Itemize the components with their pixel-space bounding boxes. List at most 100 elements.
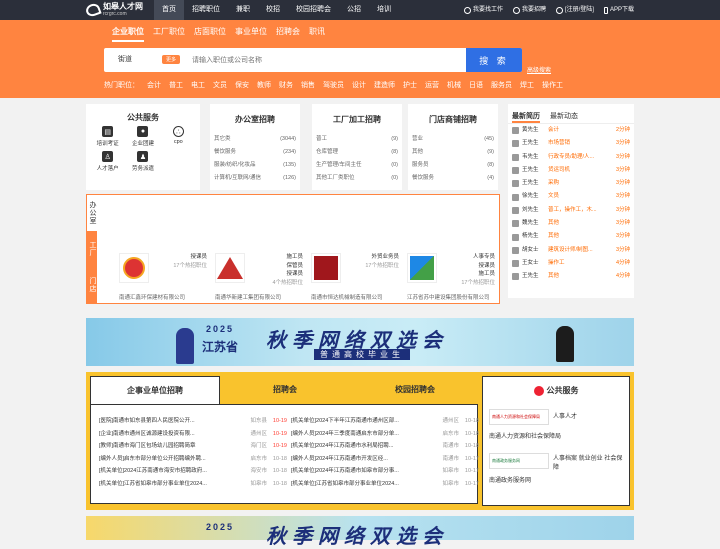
nav-jobs[interactable]: 招聘职位	[184, 0, 228, 20]
hot-job[interactable]: 服务员	[491, 80, 512, 90]
notice-row[interactable]: [机关单位]2024下半年江苏南通市通州区部... 通州区 10-18	[291, 415, 479, 428]
job-title[interactable]: 施工员	[272, 253, 303, 262]
company-name[interactable]: 南通汇鑫环保建材有限公司	[119, 293, 209, 301]
hot-job[interactable]: 焊工	[520, 80, 534, 90]
tab-news[interactable]: 职讯	[309, 26, 325, 42]
job-title[interactable]: 授课员	[461, 262, 495, 271]
category-row[interactable]: 其他 (9)	[408, 146, 498, 159]
nav-public-recruit[interactable]: 公招	[339, 0, 369, 20]
hot-job[interactable]: 电工	[191, 80, 205, 90]
category-row[interactable]: 服装/纺织/化妆品 (135)	[210, 159, 300, 172]
tab-institution-recruit[interactable]: 企事业单位招聘	[90, 376, 220, 404]
company-card[interactable]: 人事专员 授课员 施工员 17个热招职位 江苏省苏中建设集团股份有限公司	[405, 251, 497, 301]
resume-row[interactable]: 杨先生 其他 3分钟	[508, 230, 634, 243]
notice-row[interactable]: [编外人员]启东市部分单位公开招聘编外聘... 启东市 10-18	[99, 453, 287, 466]
tab-job-fair[interactable]: 招聘会	[276, 26, 300, 42]
hot-job[interactable]: 销售	[301, 80, 315, 90]
hot-job[interactable]: 建造师	[374, 80, 395, 90]
resume-row[interactable]: 胡女士 建筑设计师/制图... 3分钟	[508, 244, 634, 257]
tab-enterprise[interactable]: 企业职位	[112, 26, 144, 42]
login-link[interactable]: [注册/登陆]	[555, 0, 594, 20]
category-row[interactable]: 营业 (45)	[408, 133, 498, 146]
hot-job[interactable]: 设计	[352, 80, 366, 90]
nav-parttime[interactable]: 兼职	[228, 0, 258, 20]
category-row[interactable]: 餐饮服务 (234)	[210, 146, 300, 159]
company-card[interactable]: 外贸业务员 17个热招职位 南通市恒达机械制造有限公司	[309, 251, 401, 301]
resume-row[interactable]: 王女士 操作工 4分钟	[508, 257, 634, 270]
tab-store[interactable]: 门店	[87, 267, 97, 303]
tab-latest-news[interactable]: 最新动态	[550, 111, 578, 123]
job-title[interactable]: 外贸业务员	[365, 253, 399, 262]
city-selector[interactable]: 街道	[118, 48, 132, 72]
tab-campus-fair[interactable]: 校园招聘会	[350, 376, 480, 404]
app-download-link[interactable]: APP下载	[603, 0, 634, 20]
resume-row[interactable]: 黄先生 会计 2分钟	[508, 124, 634, 137]
notice-row[interactable]: [医院]南通市如东县第四人民医院公开... 如东县 10-19	[99, 415, 287, 428]
category-row[interactable]: 其他工厂类职位 (0)	[312, 172, 402, 185]
service-dispatch[interactable]: ♟ 劳务派遣	[125, 151, 160, 172]
hot-job[interactable]: 日语	[469, 80, 483, 90]
service-cpo[interactable]: ∴ cpo	[161, 126, 196, 147]
tab-store[interactable]: 店面职位	[194, 26, 226, 42]
notice-row[interactable]: [机关单位]2024年江苏南通市水利局招聘... 南通市 10-18	[291, 440, 479, 453]
category-row[interactable]: 餐饮服务 (4)	[408, 172, 498, 185]
find-job-link[interactable]: 我要找工作	[463, 0, 503, 20]
resume-row[interactable]: 王先生 其他 4分钟	[508, 270, 634, 283]
hot-job[interactable]: 财务	[279, 80, 293, 90]
hot-job[interactable]: 驾驶员	[323, 80, 344, 90]
category-row[interactable]: 服务员 (8)	[408, 159, 498, 172]
tab-factory[interactable]: 工厂	[87, 231, 97, 267]
nav-training[interactable]: 培训	[369, 0, 399, 20]
company-card[interactable]: 授课员 17个热招职位 南通汇鑫环保建材有限公司	[117, 251, 209, 301]
notice-row[interactable]: [机关单位]2024江苏南通市海安市招聘政府... 海安市 10-18	[99, 465, 287, 478]
notice-row[interactable]: [机关单位]2024年江苏南通市如皋市部分事... 如皋市 10-17	[291, 465, 479, 478]
resume-row[interactable]: 王先生 货运司机 3分钟	[508, 164, 634, 177]
advanced-search-link[interactable]: 高级搜索	[527, 65, 551, 74]
service-settlement[interactable]: ♙ 人才落户	[90, 151, 125, 172]
tab-job-fair[interactable]: 招聘会	[220, 376, 350, 404]
service-team-building[interactable]: ● 企业团建	[125, 126, 160, 147]
nav-campus-fair[interactable]: 校园招聘会	[288, 0, 339, 20]
job-title[interactable]: 施工员	[461, 270, 495, 279]
hot-job[interactable]: 机械	[447, 80, 461, 90]
hot-job[interactable]: 运营	[425, 80, 439, 90]
notice-row[interactable]: [编外人员]2024年三季度南通启东市部分单... 启东市 10-18	[291, 428, 479, 441]
hot-job[interactable]: 护士	[403, 80, 417, 90]
nav-campus[interactable]: 校招	[258, 0, 288, 20]
site-logo[interactable]: 如皋人才网 rcrgrc.com	[84, 1, 143, 19]
job-title[interactable]: 授课员	[272, 270, 303, 279]
hot-job[interactable]: 普工	[169, 80, 183, 90]
hot-job[interactable]: 保安	[235, 80, 249, 90]
job-title[interactable]: 授课员	[173, 253, 207, 262]
tab-office[interactable]: 办公室	[87, 195, 97, 231]
notice-row[interactable]: [编外人员]2024年江苏南通市开发区经... 南通市 10-17	[291, 453, 479, 466]
notice-row[interactable]: [机关单位]江苏省如皋市部分事业单位2024... 如皋市 10-18	[99, 478, 287, 491]
notice-row[interactable]: [企业]南通市通州区诚源建设投资有限... 通州区 10-19	[99, 428, 287, 441]
service-training[interactable]: ▤ 培训考证	[90, 126, 125, 147]
search-input[interactable]	[192, 53, 462, 67]
hot-job[interactable]: 操作工	[542, 80, 563, 90]
company-name[interactable]: 南通市恒达机械制造有限公司	[311, 293, 401, 301]
category-row[interactable]: 计算机/互联网/通信 (126)	[210, 172, 300, 185]
resume-row[interactable]: 王先生 市场营销 3分钟	[508, 137, 634, 150]
category-row[interactable]: 普工 (9)	[312, 133, 402, 146]
tab-factory[interactable]: 工厂职位	[153, 26, 185, 42]
resume-row[interactable]: 刘先生 普工，操作工，木... 3分钟	[508, 204, 634, 217]
category-row[interactable]: 仓库管理 (8)	[312, 146, 402, 159]
post-job-link[interactable]: 我要招聘	[512, 0, 546, 20]
notice-row[interactable]: [机关单位]江苏省如皋市部分事业单位2024... 如皋市 10-17	[291, 478, 479, 491]
resume-row[interactable]: 王先生 采购 3分钟	[508, 177, 634, 190]
company-name[interactable]: 江苏省苏中建设集团股份有限公司	[407, 293, 497, 301]
search-button[interactable]: 搜 索	[466, 48, 522, 72]
job-title[interactable]: 人事专员	[461, 253, 495, 262]
city-change-button[interactable]: 更多	[162, 55, 181, 64]
resume-row[interactable]: 徐先生 文员 3分钟	[508, 190, 634, 203]
company-name[interactable]: 南通华新建工集团有限公司	[215, 293, 305, 301]
resume-row[interactable]: 韦先生 行政专员/助理/人... 3分钟	[508, 151, 634, 164]
job-fair-banner[interactable]: 2025 江苏省 秋季网络双选会 普通高校毕业生	[86, 318, 634, 366]
nav-home[interactable]: 首页	[154, 0, 184, 20]
hot-job[interactable]: 教师	[257, 80, 271, 90]
category-row[interactable]: 其它类 (3044)	[210, 133, 300, 146]
tab-institution[interactable]: 事业单位	[235, 26, 267, 42]
resume-row[interactable]: 魏先生 其他 3分钟	[508, 217, 634, 230]
